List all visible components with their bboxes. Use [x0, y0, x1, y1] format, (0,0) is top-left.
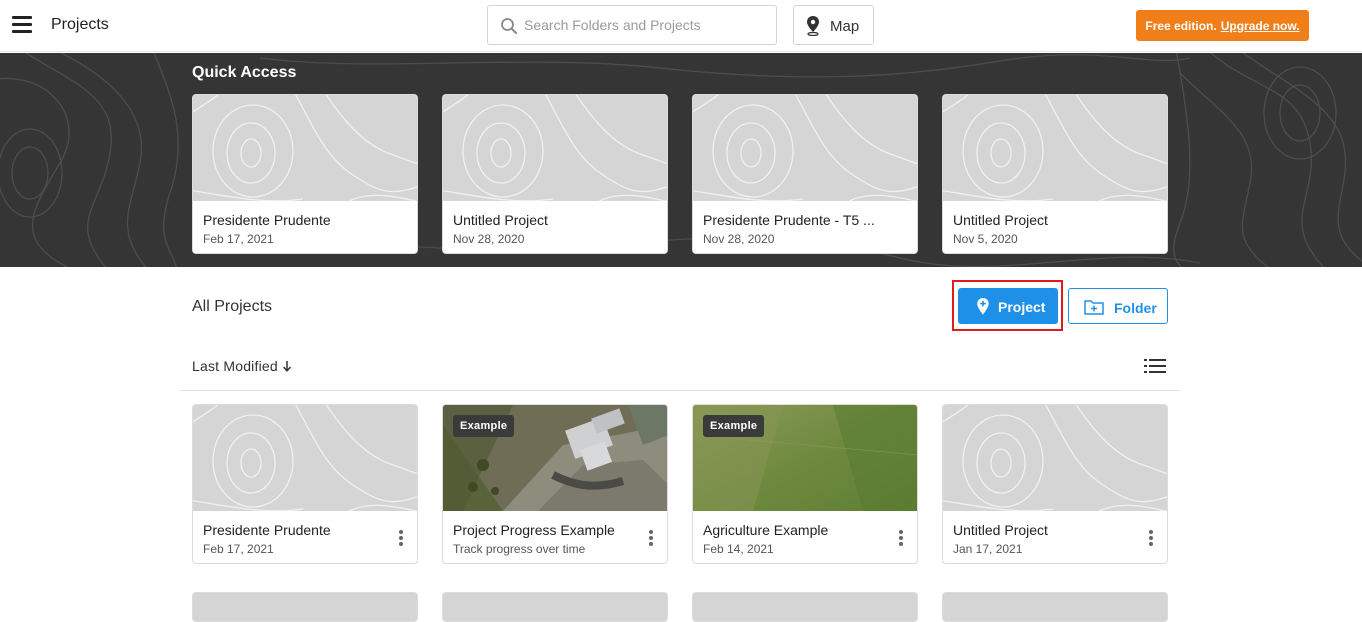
- quick-access-title: Quick Access: [192, 64, 297, 81]
- page-title: Projects: [51, 16, 109, 33]
- arrow-down-icon: [282, 361, 291, 372]
- sort-label: Last Modified: [192, 358, 278, 374]
- add-location-icon: [977, 298, 989, 315]
- example-badge: Example: [703, 415, 765, 437]
- project-thumbnail: [693, 95, 917, 201]
- quick-access-card[interactable]: Presidente Prudente Feb 17, 2021: [192, 94, 418, 254]
- project-card-partial[interactable]: [942, 592, 1168, 622]
- project-card[interactable]: Example Agriculture Example Feb 14, 2021: [692, 404, 918, 564]
- quick-access-card[interactable]: Presidente Prudente - T5 ... Nov 28, 202…: [692, 94, 918, 254]
- project-name: Presidente Prudente: [203, 212, 331, 228]
- project-thumbnail: [943, 405, 1167, 511]
- add-folder-icon: [1084, 300, 1104, 315]
- project-name: Untitled Project: [953, 522, 1048, 538]
- new-project-button[interactable]: Project: [958, 288, 1058, 324]
- upgrade-link[interactable]: Upgrade now.: [1221, 19, 1300, 33]
- new-project-label: Project: [998, 299, 1046, 315]
- project-date: Feb 17, 2021: [203, 542, 274, 556]
- sort-dropdown[interactable]: Last Modified: [192, 358, 292, 374]
- map-button-label: Map: [830, 18, 860, 35]
- list-view-icon[interactable]: [1144, 358, 1166, 374]
- top-bar: Projects Map Free edition. Upgrade now.: [0, 0, 1362, 52]
- project-date: Feb 17, 2021: [203, 232, 274, 246]
- project-card[interactable]: Presidente Prudente Feb 17, 2021: [192, 404, 418, 564]
- new-folder-label: Folder: [1114, 300, 1157, 316]
- project-name: Untitled Project: [453, 212, 548, 228]
- project-subtitle: Track progress over time: [453, 542, 586, 556]
- project-name: Presidente Prudente: [203, 522, 331, 538]
- more-options-icon[interactable]: [649, 530, 653, 546]
- map-pin-icon: [807, 16, 819, 36]
- upgrade-banner[interactable]: Free edition. Upgrade now.: [1136, 10, 1309, 41]
- more-options-icon[interactable]: [399, 530, 403, 546]
- quick-access-section: Quick Access Presidente Prudente Feb 17,…: [0, 53, 1362, 267]
- project-name: Agriculture Example: [703, 522, 829, 538]
- project-thumbnail: Example: [693, 405, 917, 511]
- project-date: Nov 5, 2020: [953, 232, 1018, 246]
- new-folder-button[interactable]: Folder: [1068, 288, 1168, 324]
- project-date: Jan 17, 2021: [953, 542, 1023, 556]
- search-input[interactable]: [524, 14, 764, 36]
- all-projects-title: All Projects: [192, 298, 273, 315]
- project-thumbnail: [193, 405, 417, 511]
- project-card-partial[interactable]: [692, 592, 918, 622]
- project-thumbnail: Example: [443, 405, 667, 511]
- project-thumbnail: [943, 95, 1167, 201]
- free-edition-text: Free edition.: [1145, 18, 1217, 33]
- divider: [180, 390, 1180, 391]
- project-name: Presidente Prudente - T5 ...: [703, 212, 875, 228]
- example-badge: Example: [453, 415, 515, 437]
- quick-access-card[interactable]: Untitled Project Nov 5, 2020: [942, 94, 1168, 254]
- project-date: Feb 14, 2021: [703, 542, 774, 556]
- more-options-icon[interactable]: [1149, 530, 1153, 546]
- search-box[interactable]: [487, 5, 777, 45]
- project-date: Nov 28, 2020: [703, 232, 775, 246]
- project-card[interactable]: Untitled Project Jan 17, 2021: [942, 404, 1168, 564]
- project-date: Nov 28, 2020: [453, 232, 525, 246]
- more-options-icon[interactable]: [899, 530, 903, 546]
- project-name: Project Progress Example: [453, 522, 615, 538]
- quick-access-card[interactable]: Untitled Project Nov 28, 2020: [442, 94, 668, 254]
- project-thumbnail: [193, 95, 417, 201]
- project-name: Untitled Project: [953, 212, 1048, 228]
- project-card[interactable]: Example Project Progress Example Track p…: [442, 404, 668, 564]
- map-button[interactable]: Map: [793, 5, 874, 45]
- menu-icon[interactable]: [12, 16, 32, 34]
- project-card-partial[interactable]: [442, 592, 668, 622]
- project-thumbnail: [443, 95, 667, 201]
- project-card-partial[interactable]: [192, 592, 418, 622]
- search-icon: [501, 18, 517, 34]
